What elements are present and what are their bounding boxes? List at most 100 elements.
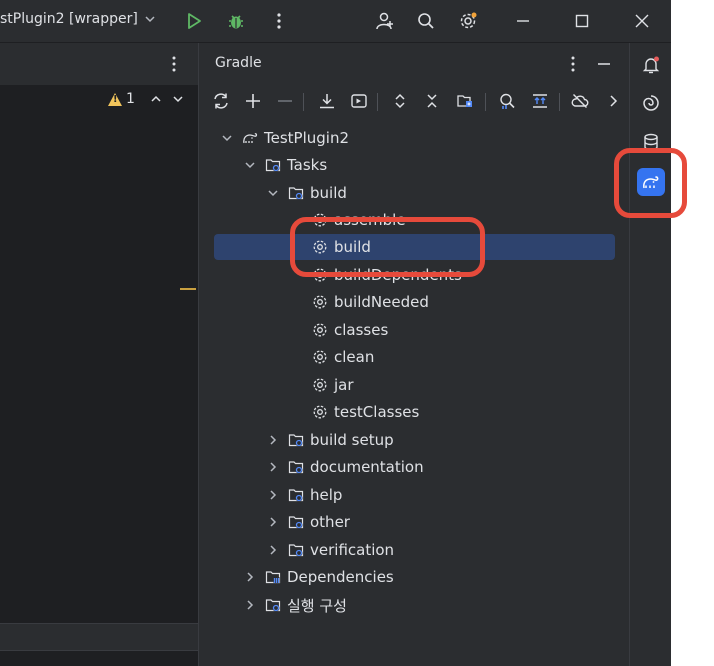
tree-task-test-classes[interactable]: testClasses <box>311 399 419 425</box>
minimize-icon[interactable] <box>510 8 536 34</box>
chevron-down-icon <box>145 16 155 23</box>
tree-node-label: verification <box>310 541 395 559</box>
chevron-down-icon[interactable] <box>242 157 258 173</box>
close-icon[interactable] <box>629 8 655 34</box>
chevron-right-icon[interactable] <box>265 487 281 503</box>
tree-node-label: build setup <box>310 431 394 449</box>
settings-icon[interactable] <box>455 8 481 34</box>
tree-node-run-configurations[interactable]: 실행 구성 <box>242 592 347 618</box>
chevron-right-icon[interactable] <box>265 514 281 530</box>
chevron-up-icon[interactable] <box>147 90 165 108</box>
debug-icon[interactable] <box>223 8 249 34</box>
tree-node-label: help <box>310 486 343 504</box>
editor-bottom-bar <box>0 623 198 651</box>
chevron-right-icon[interactable] <box>242 569 258 585</box>
add-user-icon[interactable] <box>372 8 398 34</box>
gear-icon <box>311 376 329 394</box>
offline-mode-icon[interactable] <box>568 89 592 113</box>
chevron-right-icon[interactable] <box>265 459 281 475</box>
tree-node-label: buildNeeded <box>334 293 429 311</box>
tree-task-jar[interactable]: jar <box>311 372 354 398</box>
title-bar: stPlugin2 [wrapper] <box>0 0 671 42</box>
gear-icon <box>311 293 329 311</box>
chevron-down-icon[interactable] <box>219 130 235 146</box>
hide-panel-icon[interactable] <box>593 53 615 75</box>
warning-count: 1 <box>126 91 135 107</box>
chevron-down-icon[interactable] <box>169 90 187 108</box>
tree-node-build-group[interactable]: build <box>265 180 347 206</box>
tree-node-label: classes <box>334 321 389 339</box>
add-icon[interactable] <box>241 89 265 113</box>
more-icon[interactable] <box>563 53 583 75</box>
tree-node-label: jar <box>334 376 354 394</box>
editor-area: 1 <box>0 43 198 666</box>
chevron-right-icon[interactable] <box>265 542 281 558</box>
tree-node-verification[interactable]: verification <box>265 537 394 563</box>
tree-node-tasks[interactable]: Tasks <box>242 152 327 178</box>
remove-icon[interactable] <box>273 89 297 113</box>
analyze-dependencies-icon[interactable] <box>495 89 519 113</box>
more-chevron-icon[interactable] <box>601 89 625 113</box>
gear-icon <box>311 348 329 366</box>
editor-tab-bar <box>0 43 198 86</box>
annotation-highlight-gradle-button <box>614 148 687 218</box>
tree-task-clean[interactable]: clean <box>311 344 374 370</box>
gradle-tool-window: Gradle TestPlugin2 Tasks build assemble … <box>198 43 630 666</box>
ide-window: stPlugin2 [wrapper] ! 1 Gradle TestPlugi… <box>0 0 687 666</box>
run-task-icon[interactable] <box>347 89 371 113</box>
tree-node-label: clean <box>334 348 375 366</box>
tree-node-documentation[interactable]: documentation <box>265 454 424 480</box>
right-tool-strip <box>630 43 671 666</box>
folder-gear-icon <box>287 184 305 202</box>
group-modules-icon[interactable] <box>453 89 477 113</box>
folder-gear-icon <box>287 458 305 476</box>
warning-icon <box>108 92 122 106</box>
folder-gear-icon <box>287 513 305 531</box>
tree-node-other[interactable]: other <box>265 509 350 535</box>
tree-node-label: Tasks <box>287 156 328 174</box>
refresh-icon[interactable] <box>209 89 233 113</box>
tree-task-build-needed[interactable]: buildNeeded <box>311 289 429 315</box>
expand-all-icon[interactable] <box>388 89 412 113</box>
editor-change-marker <box>180 288 196 290</box>
tree-task-classes[interactable]: classes <box>311 317 388 343</box>
gradle-elephant-icon <box>241 129 259 147</box>
notifications-icon[interactable] <box>638 52 664 78</box>
folder-gear-icon <box>287 541 305 559</box>
run-icon[interactable] <box>181 8 207 34</box>
more-icon[interactable] <box>164 53 184 75</box>
folder-gear-icon <box>264 596 282 614</box>
tree-node-label: build <box>310 184 347 202</box>
chevron-right-icon[interactable] <box>242 597 258 613</box>
maximize-icon[interactable] <box>569 8 595 34</box>
ai-assistant-icon[interactable] <box>638 90 664 116</box>
chevron-right-icon[interactable] <box>265 432 281 448</box>
tree-node-dependencies[interactable]: Dependencies <box>242 564 394 590</box>
tree-node-label: documentation <box>310 458 424 476</box>
tree-node-build-setup[interactable]: build setup <box>265 427 394 453</box>
gear-icon <box>311 403 329 421</box>
collapse-all-icon[interactable] <box>420 89 444 113</box>
tree-node-label: TestPlugin2 <box>264 129 349 147</box>
download-sources-icon[interactable] <box>315 89 339 113</box>
tree-node-label: testClasses <box>334 403 420 421</box>
gear-icon <box>311 321 329 339</box>
tree-node-project[interactable]: TestPlugin2 <box>219 125 349 151</box>
folder-library-icon <box>264 568 282 586</box>
panel-title: Gradle <box>215 55 262 71</box>
tree-node-label: 실행 구성 <box>287 596 347 615</box>
annotation-highlight-build-task <box>290 217 485 277</box>
tree-node-label: Dependencies <box>287 568 394 586</box>
folder-gear-icon <box>287 486 305 504</box>
toggle-tasks-icon[interactable] <box>528 89 552 113</box>
run-configuration-label: stPlugin2 [wrapper] <box>0 11 138 27</box>
tree-node-help[interactable]: help <box>265 482 342 508</box>
folder-gear-icon <box>287 431 305 449</box>
run-configuration-selector[interactable]: stPlugin2 [wrapper] <box>0 11 156 27</box>
folder-gear-icon <box>264 156 282 174</box>
chevron-down-icon[interactable] <box>265 185 281 201</box>
inspection-widget[interactable]: 1 <box>108 90 187 108</box>
more-icon[interactable] <box>266 8 292 34</box>
tree-node-label: other <box>310 513 350 531</box>
search-icon[interactable] <box>413 8 439 34</box>
